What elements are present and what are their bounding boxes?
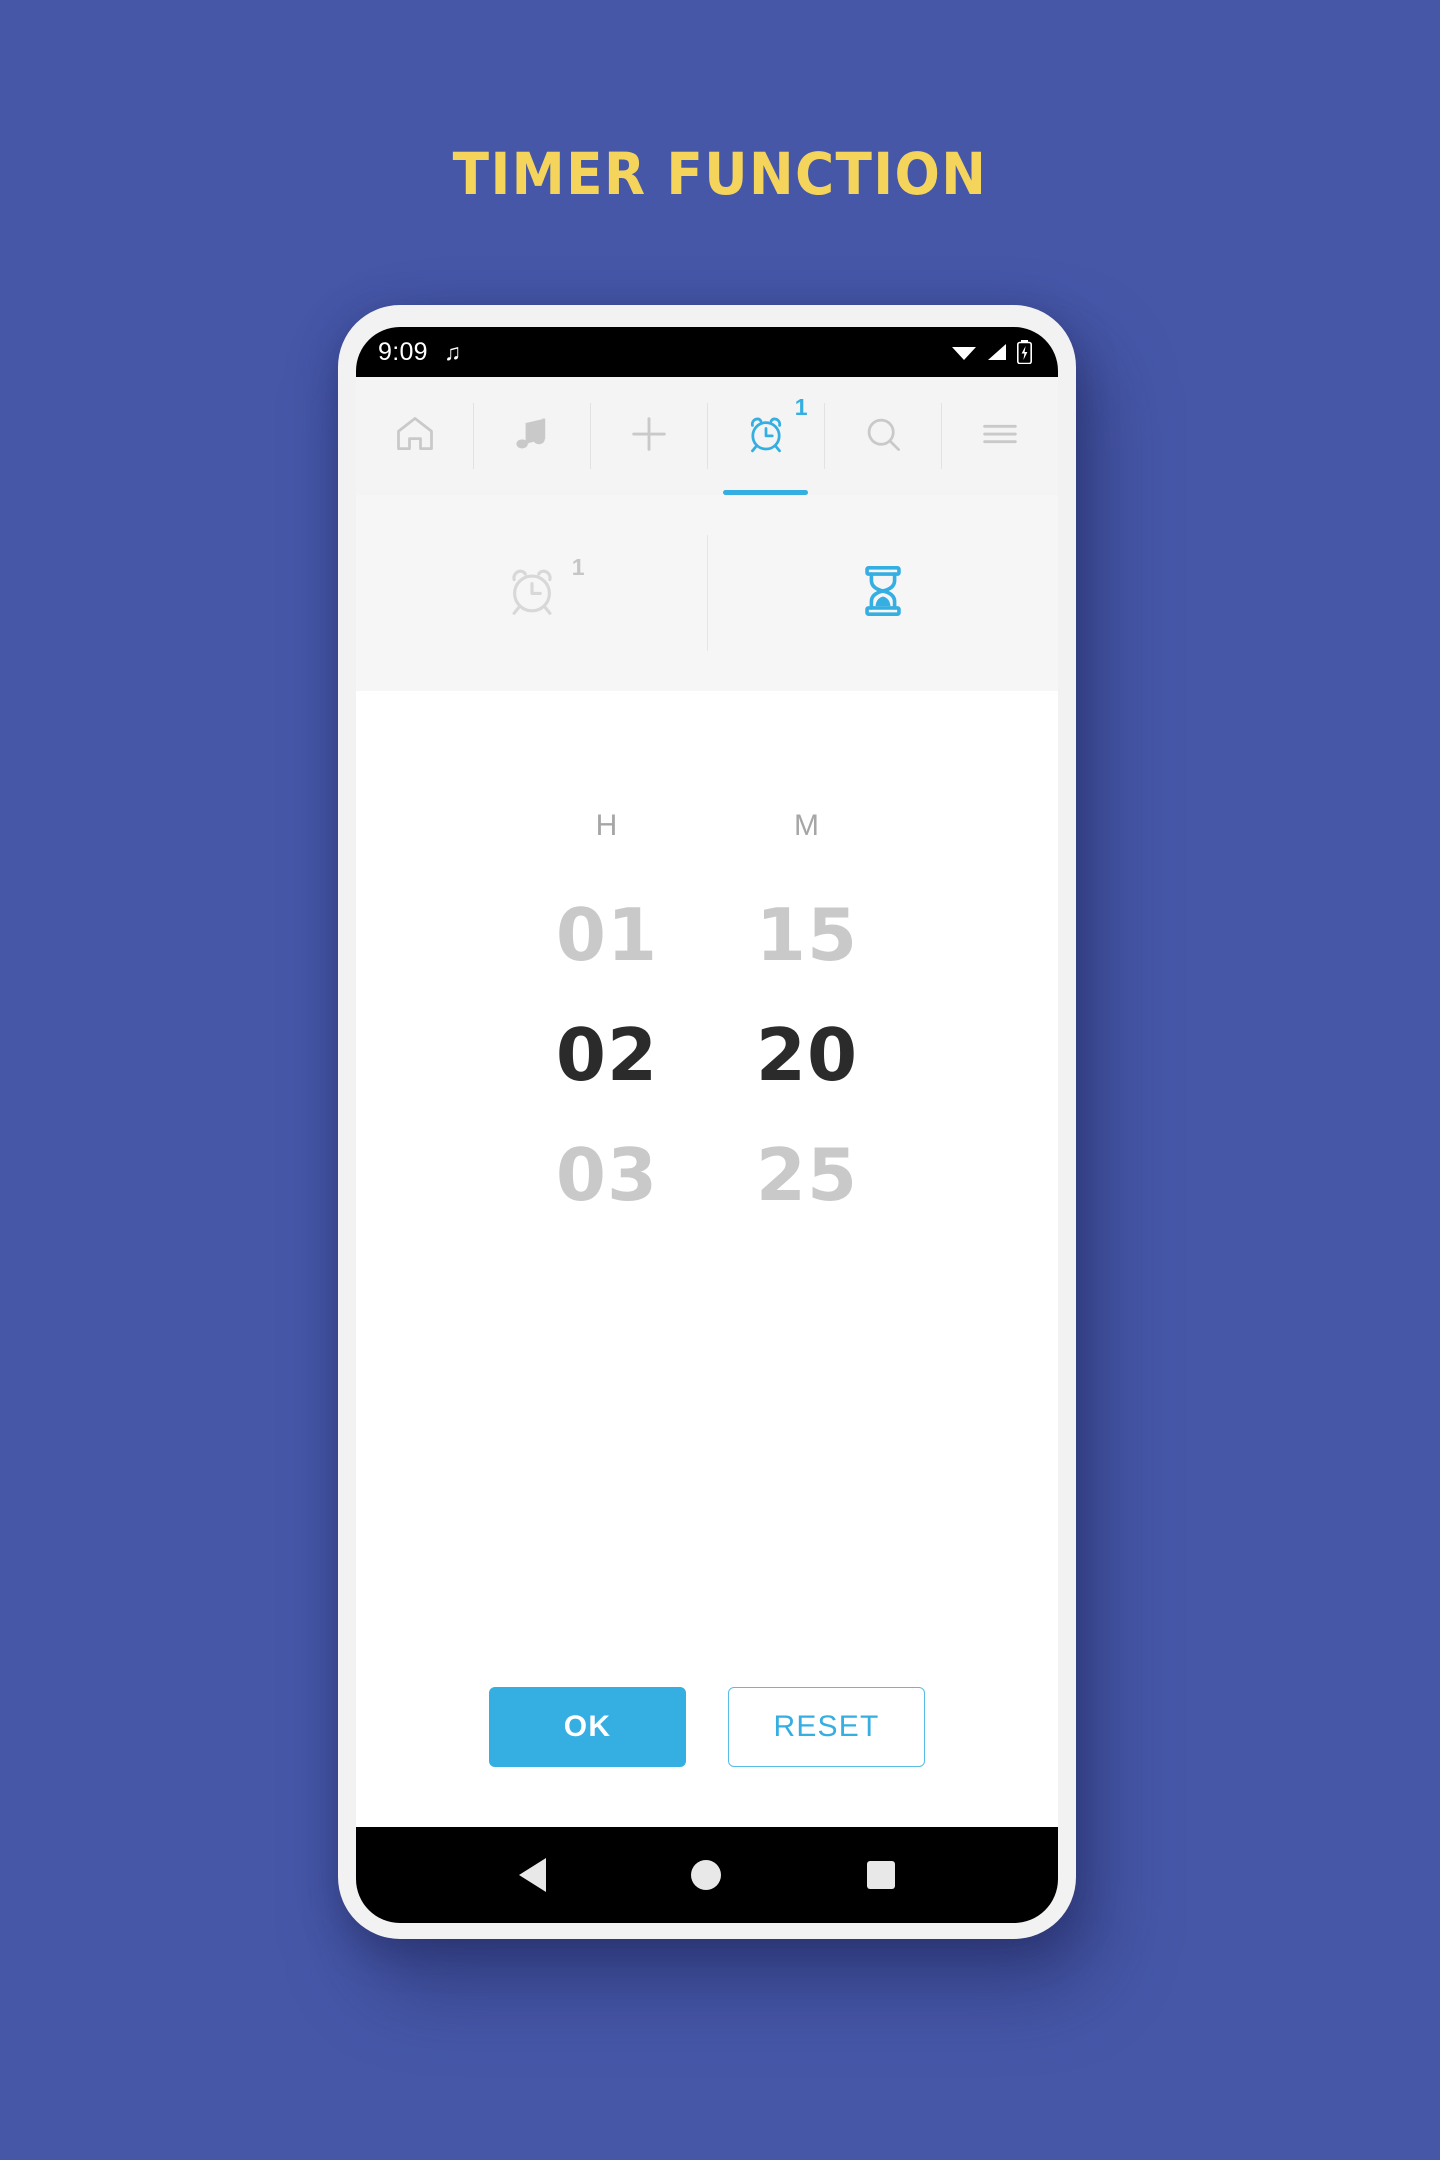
alarm-clock-icon: 1	[503, 555, 585, 625]
hours-column-label: H	[595, 809, 619, 842]
recents-square-icon	[867, 1861, 896, 1889]
subtab-alarm[interactable]: 1	[356, 495, 707, 691]
minutes-option-next[interactable]: 25	[756, 1115, 858, 1235]
alarm-count-badge: 1	[571, 553, 585, 580]
nav-item-alarm[interactable]: 1	[707, 377, 824, 495]
music-note-icon: ♫	[443, 338, 462, 365]
picker-columns: H 01 02 03 M 15 20 25	[507, 809, 907, 1235]
status-bar-clock: 9:09	[378, 337, 428, 366]
cellular-signal-icon	[988, 344, 1006, 360]
nav-item-add[interactable]	[590, 377, 707, 495]
reset-button[interactable]: RESET	[728, 1687, 925, 1767]
action-buttons: OK RESET	[356, 1687, 1058, 1767]
home-circle-icon	[691, 1860, 722, 1890]
battery-icon	[1017, 340, 1032, 364]
minutes-option-previous[interactable]: 15	[756, 875, 858, 995]
minutes-option-selected[interactable]: 20	[756, 995, 858, 1115]
home-icon	[393, 412, 437, 461]
hours-option-selected[interactable]: 02	[556, 995, 658, 1115]
alarm-clock-icon: 1	[744, 395, 808, 461]
status-bar: 9:09 ♫	[356, 327, 1058, 377]
status-bar-right	[951, 340, 1032, 364]
nav-item-search[interactable]	[824, 377, 941, 495]
picker-column-hours: H 01 02 03	[507, 809, 707, 1235]
wifi-icon	[952, 347, 976, 360]
sub-tab-bar: 1	[356, 495, 1058, 691]
phone-frame: 9:09 ♫ 1 1 H 01 02 03 M 15 20 25 OK RESE…	[338, 305, 1076, 1939]
status-bar-left: 9:09 ♫	[378, 338, 461, 367]
hourglass-icon	[854, 562, 912, 625]
music-note-icon	[510, 412, 554, 461]
android-recents-button[interactable]	[867, 1861, 896, 1889]
nav-item-menu[interactable]	[941, 377, 1058, 495]
search-icon	[861, 412, 905, 461]
android-back-button[interactable]	[518, 1858, 546, 1892]
nav-item-music[interactable]	[473, 377, 590, 495]
alarm-count-badge: 1	[794, 393, 808, 420]
page-title: TIMER FUNCTION	[452, 140, 988, 208]
hours-option-next[interactable]: 03	[556, 1115, 658, 1235]
plus-icon	[626, 411, 672, 462]
phone-screen: 9:09 ♫ 1 1 H 01 02 03 M 15 20 25 OK RESE…	[356, 327, 1058, 1923]
nav-item-home[interactable]	[356, 377, 473, 495]
ok-button[interactable]: OK	[489, 1687, 686, 1767]
android-home-button[interactable]	[691, 1860, 722, 1890]
android-navigation-bar	[356, 1827, 1058, 1923]
top-navigation-bar: 1	[356, 377, 1058, 495]
picker-column-minutes: M 15 20 25	[707, 809, 907, 1235]
minutes-column-label: M	[794, 809, 820, 842]
hamburger-menu-icon	[977, 411, 1023, 462]
subtab-timer[interactable]	[707, 495, 1058, 691]
hours-option-previous[interactable]: 01	[556, 875, 658, 995]
back-triangle-icon	[518, 1858, 546, 1892]
timer-picker: H 01 02 03 M 15 20 25 OK RESET	[356, 691, 1058, 1827]
